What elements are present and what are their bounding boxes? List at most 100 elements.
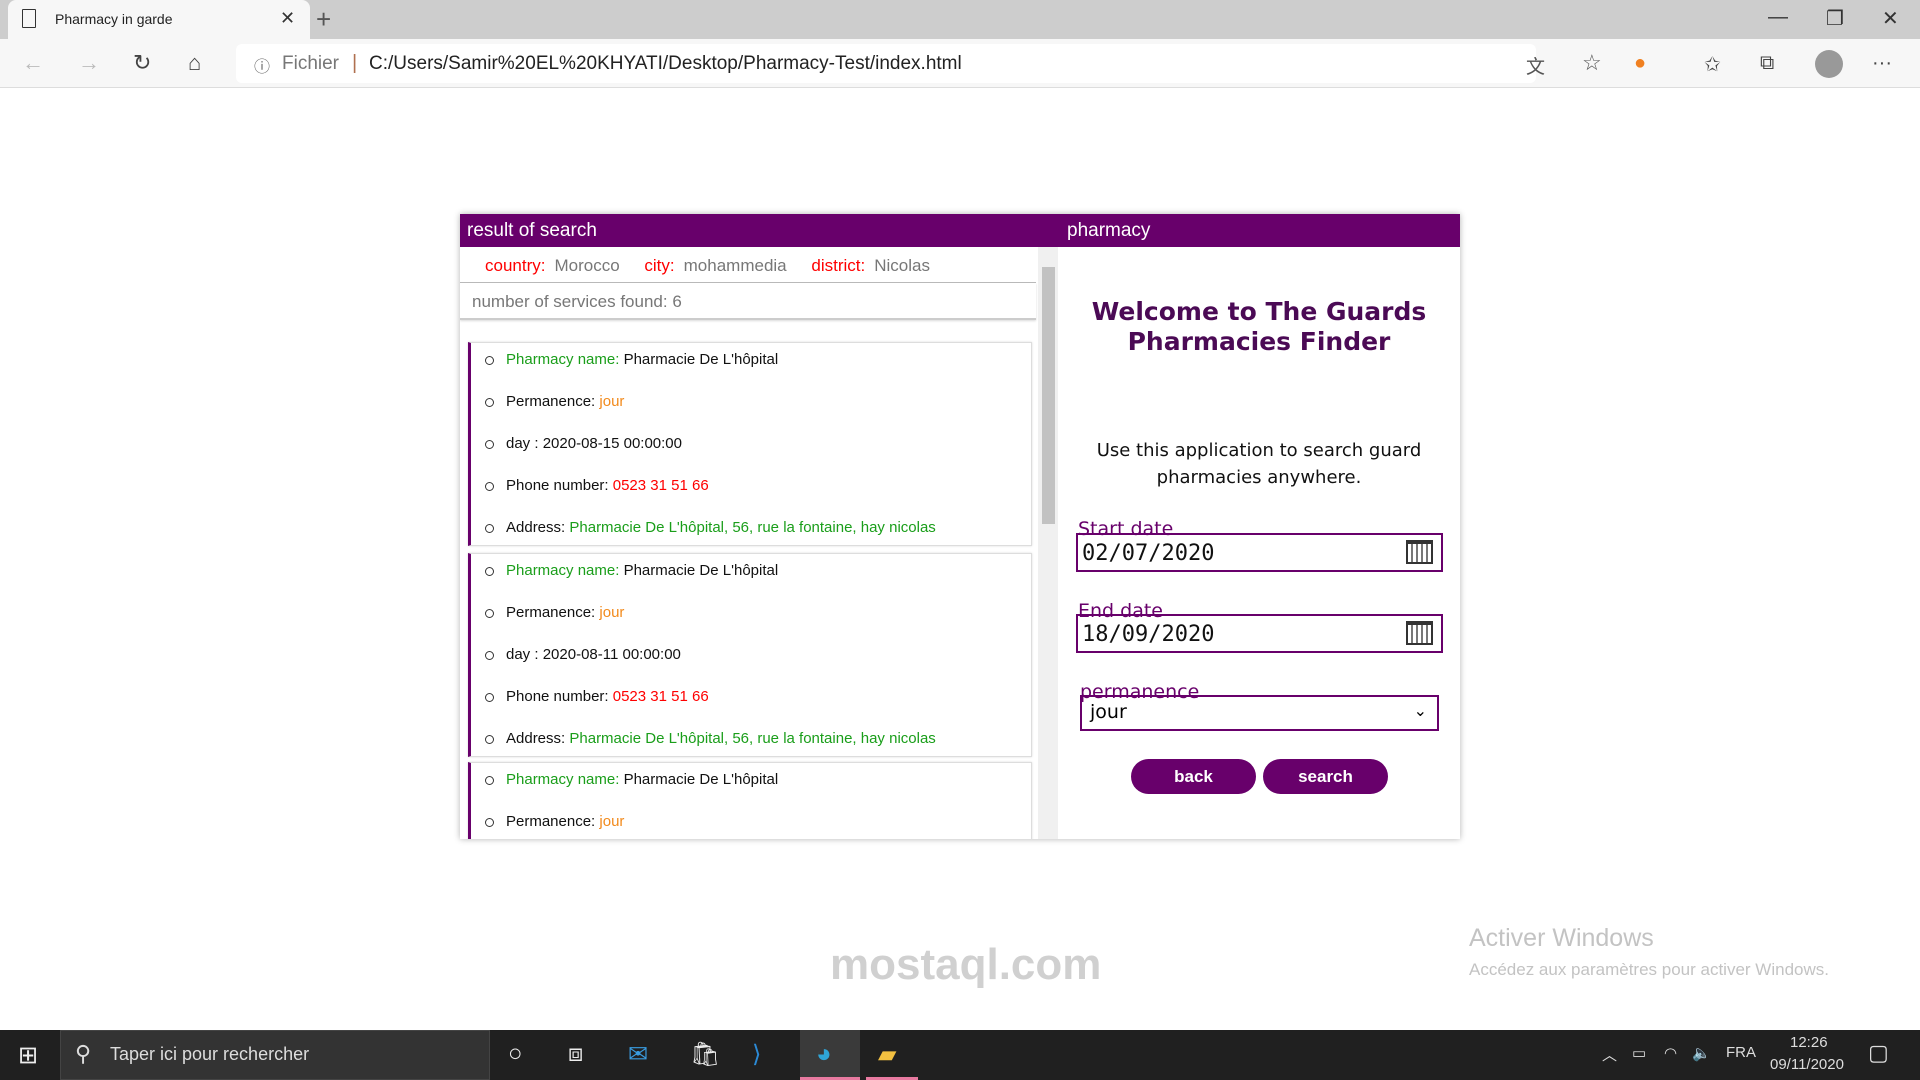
permanence-select[interactable]: jour ⌄ — [1080, 695, 1439, 731]
page-icon — [22, 9, 36, 28]
close-window-icon[interactable]: ✕ — [1882, 6, 1899, 31]
result-day: day : 2020-08-15 00:00:00 — [471, 435, 1031, 477]
activate-windows-text: Accédez aux paramètres pour activer Wind… — [1469, 960, 1829, 979]
start-date-value: 02/07/2020 — [1082, 541, 1215, 566]
forward-icon[interactable]: → — [78, 50, 100, 76]
result-name: Pharmacy name: Pharmacie De L'hôpital — [471, 771, 1031, 813]
day-label: day : — [506, 646, 539, 663]
notification-icon[interactable]: ▢ — [1868, 1040, 1889, 1066]
home-icon[interactable]: ⌂ — [188, 50, 201, 76]
end-date-value: 18/09/2020 — [1082, 622, 1215, 647]
cortana-icon[interactable]: ○ — [508, 1040, 523, 1068]
scrollbar-thumb[interactable] — [1042, 267, 1055, 524]
search-filters: country: Morocco city: mohammedia district… — [460, 247, 1036, 283]
address-label: Address: — [506, 730, 566, 747]
close-tab-icon[interactable]: ✕ — [280, 8, 295, 29]
result-day: day : 2020-08-11 00:00:00 — [471, 646, 1031, 688]
collections-icon[interactable]: ⧉ — [1760, 52, 1774, 75]
tab-title: Pharmacy in garde — [55, 11, 173, 27]
battery-icon[interactable]: ▭ — [1632, 1044, 1646, 1062]
task-view-icon[interactable]: ⧈ — [568, 1040, 583, 1068]
taskbar-search[interactable]: ⚲ Taper ici pour rechercher — [60, 1030, 490, 1080]
panel-header: result of search pharmacy — [460, 214, 1460, 247]
vscode-icon[interactable]: ⟩ — [752, 1040, 761, 1069]
activate-windows-title: Activer Windows — [1469, 924, 1654, 952]
url-text[interactable]: C:/Users/Samir%20EL%20KHYATI/Desktop/Pha… — [369, 53, 962, 75]
search-placeholder: Taper ici pour rechercher — [110, 1044, 310, 1064]
phone-value: 0523 31 51 66 — [612, 477, 709, 494]
result-card: Pharmacy name: Pharmacie De L'hôpital Per… — [468, 553, 1032, 757]
name-value: Pharmacie De L'hôpital — [623, 351, 779, 368]
start-date-input[interactable]: 02/07/2020 — [1076, 533, 1443, 572]
new-tab-button[interactable]: + — [316, 4, 331, 35]
calendar-icon[interactable] — [1406, 540, 1433, 564]
result-details: Pharmacy name: Pharmacie De L'hôpital Per… — [471, 554, 1031, 772]
permanence-label: Permanence: — [506, 813, 596, 830]
result-card: Pharmacy name: Pharmacie De L'hôpital Per… — [468, 762, 1032, 839]
mostaql-watermark-logo: mostaql.com — [830, 940, 1102, 989]
result-permanence: Permanence: jour — [471, 393, 1031, 435]
tray-chevron-icon[interactable]: ︿ — [1602, 1044, 1617, 1065]
edge-icon[interactable]: ◕ — [800, 1030, 860, 1080]
info-icon[interactable]: ⓘ — [254, 53, 270, 77]
country-value: Morocco — [554, 256, 620, 275]
clock-date[interactable]: 09/11/2020 — [1770, 1056, 1844, 1073]
district-value: Nicolas — [874, 256, 930, 275]
extension-icon[interactable]: ● — [1634, 52, 1646, 75]
result-details: Pharmacy name: Pharmacie De L'hôpital Per… — [471, 343, 1031, 561]
day-value: 2020-08-15 00:00:00 — [542, 435, 682, 452]
name-label: Pharmacy name: — [506, 771, 620, 788]
name-value: Pharmacie De L'hôpital — [623, 562, 779, 579]
file-explorer-icon[interactable]: ▰ — [866, 1030, 918, 1080]
refresh-icon[interactable]: ↻ — [133, 50, 151, 76]
wifi-icon[interactable]: ◠ — [1664, 1044, 1677, 1062]
pharmacy-title: pharmacy — [1067, 220, 1151, 241]
results-column: country: Morocco city: mohammedia district… — [460, 247, 1038, 839]
results-count: number of services found: 6 — [460, 283, 1036, 320]
permanence-value: jour — [599, 393, 625, 410]
url-prefix: Fichier — [282, 53, 340, 74]
app-panel: result of search pharmacy country: Morocc… — [460, 214, 1460, 839]
store-icon[interactable]: 🛍 — [690, 1040, 720, 1069]
name-value: Pharmacie De L'hôpital — [623, 771, 779, 788]
volume-icon[interactable]: 🔈 — [1692, 1044, 1711, 1062]
restore-icon[interactable]: ❐ — [1826, 6, 1844, 31]
name-label: Pharmacy name: — [506, 351, 620, 368]
windows-start-icon[interactable]: ⊞ — [18, 1041, 38, 1070]
favorite-star-icon[interactable]: ☆ — [1582, 50, 1602, 76]
clock-time[interactable]: 12:26 — [1790, 1034, 1828, 1051]
city-label: city: — [644, 256, 675, 275]
mail-icon[interactable]: ✉ — [628, 1040, 648, 1069]
browser-tab[interactable]: Pharmacy in garde ✕ — [8, 0, 310, 39]
more-icon[interactable]: ··· — [1872, 52, 1892, 75]
welcome-heading: Welcome to The Guards Pharmacies Finder — [1091, 297, 1427, 356]
calendar-icon[interactable] — [1406, 621, 1433, 645]
permanence-label: Permanence: — [506, 393, 596, 410]
minimize-icon[interactable]: — — [1768, 6, 1788, 29]
phone-label: Phone number: — [506, 477, 609, 494]
result-details: Pharmacy name: Pharmacie De L'hôpital Per… — [471, 763, 1031, 839]
day-value: 2020-08-11 00:00:00 — [542, 646, 681, 663]
language-indicator[interactable]: FRA — [1726, 1044, 1756, 1061]
address-value: Pharmacie De L'hôpital, 56, rue la fonta… — [569, 730, 936, 747]
address-bar[interactable]: ⓘ Fichier | C:/Users/Samir%20EL%20KHYATI… — [236, 44, 1602, 83]
end-date-input[interactable]: 18/09/2020 — [1076, 614, 1443, 653]
back-button[interactable]: back — [1131, 759, 1256, 794]
name-label: Pharmacy name: — [506, 562, 620, 579]
search-button[interactable]: search — [1263, 759, 1388, 794]
district-label: district: — [811, 256, 866, 275]
phone-value: 0523 31 51 66 — [612, 688, 709, 705]
address-value: Pharmacie De L'hôpital, 56, rue la fonta… — [569, 519, 936, 536]
translate-icon[interactable]: 文 — [1526, 52, 1545, 79]
intro-text: Use this application to search guard pha… — [1096, 440, 1422, 488]
result-permanence: Permanence: jour — [471, 604, 1031, 646]
back-icon[interactable]: ← — [22, 50, 44, 76]
result-name: Pharmacy name: Pharmacie De L'hôpital — [471, 562, 1031, 604]
favorites-icon[interactable]: ✩ — [1704, 52, 1721, 77]
city-value: mohammedia — [683, 256, 787, 275]
phone-label: Phone number: — [506, 688, 609, 705]
day-label: day : — [506, 435, 539, 452]
profile-avatar[interactable] — [1815, 50, 1843, 78]
result-phone: Phone number: 0523 31 51 66 — [471, 688, 1031, 730]
search-icon: ⚲ — [75, 1041, 92, 1066]
